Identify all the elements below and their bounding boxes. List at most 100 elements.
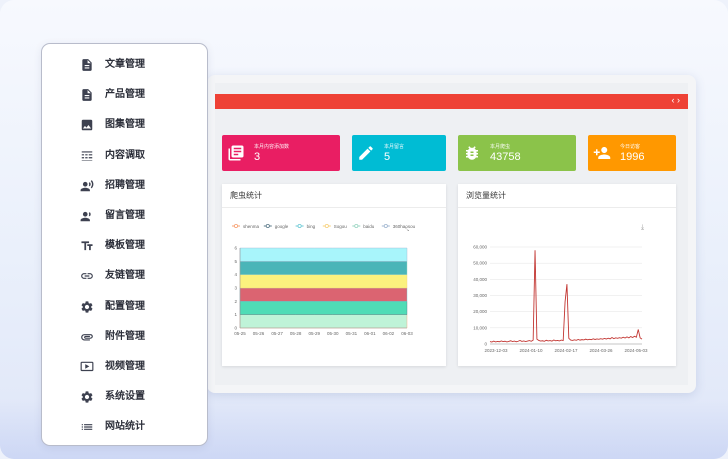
y-tick-label: 50,000 — [473, 261, 487, 266]
y-tick-label: 1 — [234, 312, 237, 317]
legend-item: bing — [295, 223, 316, 229]
sidebar-item-label: 留言管理 — [105, 210, 145, 221]
legend-marker — [233, 223, 238, 228]
legend-label: google — [275, 224, 289, 229]
legend-label: Sogou — [334, 224, 348, 229]
sidebar-item-label: 网站统计 — [105, 421, 145, 432]
stat-card-messages[interactable]: 本月留言 5 — [352, 135, 446, 171]
panel-title: 浏览量统计 — [458, 184, 676, 208]
y-tick-label: 6 — [234, 246, 237, 251]
zoom-icon: ⤡ — [405, 227, 409, 233]
sidebar-item[interactable]: 内容调取 — [42, 145, 209, 167]
stat-card-visitors[interactable]: 今日访客 1996 — [588, 135, 676, 171]
sidebar-item-label: 图集管理 — [105, 119, 145, 130]
y-tick-label: 4 — [234, 272, 237, 277]
stat-label: 本月内容添加数 — [254, 144, 290, 150]
y-tick-label: 60,000 — [473, 245, 487, 250]
legend-item: Sogou — [322, 223, 348, 229]
sidebar-item[interactable]: 网站统计 — [42, 416, 209, 438]
legend-marker — [265, 223, 270, 228]
area-band-Sogou — [239, 274, 408, 289]
sidebar-item[interactable]: 招聘管理 — [42, 175, 209, 197]
legend-marker — [383, 223, 388, 228]
list-icon — [80, 420, 94, 434]
legend-item: shenma — [232, 223, 260, 229]
y-tick-label: 20,000 — [473, 309, 487, 314]
x-tick-label: 06-02 — [383, 331, 395, 336]
sidebar-item-label: 配置管理 — [105, 301, 145, 312]
sidebar-item-label: 友链管理 — [105, 270, 145, 281]
sidebar-item[interactable]: 配置管理 — [42, 296, 209, 318]
x-tick-label: 05-26 — [253, 331, 265, 336]
stat-value: 5 — [384, 151, 391, 163]
x-tick-label: 2024-01-10 — [519, 348, 543, 353]
stat-label: 本月爬虫 — [490, 144, 511, 150]
legend-label: baidu — [363, 224, 375, 229]
add-user-icon — [588, 135, 616, 171]
traffic-chart: ⤓ 0 10,000 20,000 30,000 40,000 50,000 60,000 20… — [473, 224, 648, 353]
x-tick-label: 05-30 — [327, 331, 339, 336]
sidebar-item-label: 内容调取 — [105, 150, 145, 161]
x-tick-label: 05-31 — [346, 331, 358, 336]
stat-value: 1996 — [620, 151, 645, 163]
stat-label: 本月留言 — [384, 144, 405, 150]
download-icon: ⤓ — [641, 224, 644, 231]
top-bar: ‹ › — [215, 94, 688, 109]
x-tick-label: 05-29 — [308, 331, 320, 336]
sidebar-item[interactable]: 附件管理 — [42, 326, 209, 348]
sidebar-item[interactable]: 产品管理 — [42, 84, 209, 106]
x-tick-label: 05-25 — [234, 331, 246, 336]
stat-value: 3 — [254, 151, 261, 163]
sidebar-item-label: 附件管理 — [105, 331, 145, 342]
legend-item: 360haosou — [381, 223, 416, 229]
sidebar-item-label: 文章管理 — [105, 59, 145, 70]
sidebar-item[interactable]: 文章管理 — [42, 54, 209, 76]
area-band-baidu — [239, 261, 408, 275]
traffic-line — [489, 250, 643, 343]
gear-icon — [80, 300, 94, 314]
legend-label: shenma — [243, 224, 260, 229]
legend-item: google — [263, 223, 289, 229]
y-tick-label: 10,000 — [473, 325, 487, 330]
y-tick-label: 5 — [234, 259, 237, 264]
content-icon — [222, 135, 250, 171]
y-tick-label: 40,000 — [473, 277, 487, 282]
sidebar-item[interactable]: 系统设置 — [42, 386, 209, 408]
area-band-360haosou — [239, 247, 408, 262]
sidebar-item[interactable]: 留言管理 — [42, 205, 209, 227]
panel-title: 爬虫统计 — [222, 184, 446, 208]
attachment-icon — [80, 330, 94, 344]
y-tick-label: 30,000 — [473, 293, 487, 298]
sidebar-item[interactable]: 友链管理 — [42, 265, 209, 287]
x-tick-label: 06-01 — [364, 331, 376, 336]
image-icon — [80, 118, 94, 132]
stat-card-crawlers[interactable]: 本月爬虫 43758 — [458, 135, 576, 171]
x-tick-label: 05-28 — [290, 331, 302, 336]
y-tick-label: 0 — [484, 342, 487, 347]
link-icon — [80, 269, 94, 283]
sidebar-menu: 文章管理产品管理图集管理内容调取招聘管理留言管理模板管理友链管理配置管理附件管理… — [41, 43, 208, 446]
sidebar-item[interactable]: 图集管理 — [42, 114, 209, 136]
x-tick-label: 2024-03-26 — [589, 348, 613, 353]
sidebar-item[interactable]: 视频管理 — [42, 356, 209, 378]
sidebar-item[interactable]: 模板管理 — [42, 235, 209, 257]
dashboard-window: ‹ › 本月内容添加数 3 本月留言 5 本月爬虫 43758 今日访客 199… — [207, 75, 696, 393]
stat-label: 今日访客 — [620, 144, 641, 150]
top-bar-icons[interactable]: ‹ › — [672, 96, 681, 105]
document-icon — [80, 58, 94, 72]
y-tick-label: 3 — [234, 286, 237, 291]
stat-value: 43758 — [490, 151, 521, 163]
area-band-google — [239, 301, 408, 315]
crawler-chart-panel: 爬虫统计 shenma google bing Sogou baidu 360haosou… — [222, 184, 446, 366]
x-tick-label: 2024-05-03 — [624, 348, 648, 353]
legend-marker — [354, 223, 359, 228]
y-tick-label: 0 — [234, 326, 237, 331]
area-band-shenma — [239, 314, 408, 329]
legend-marker — [297, 223, 302, 228]
legend-label: bing — [307, 224, 316, 229]
stat-card-content[interactable]: 本月内容添加数 3 — [222, 135, 340, 171]
video-icon — [80, 360, 94, 374]
content-call-icon — [80, 149, 94, 163]
x-tick-label: 2024-02-17 — [554, 348, 578, 353]
gear-icon — [80, 390, 94, 404]
